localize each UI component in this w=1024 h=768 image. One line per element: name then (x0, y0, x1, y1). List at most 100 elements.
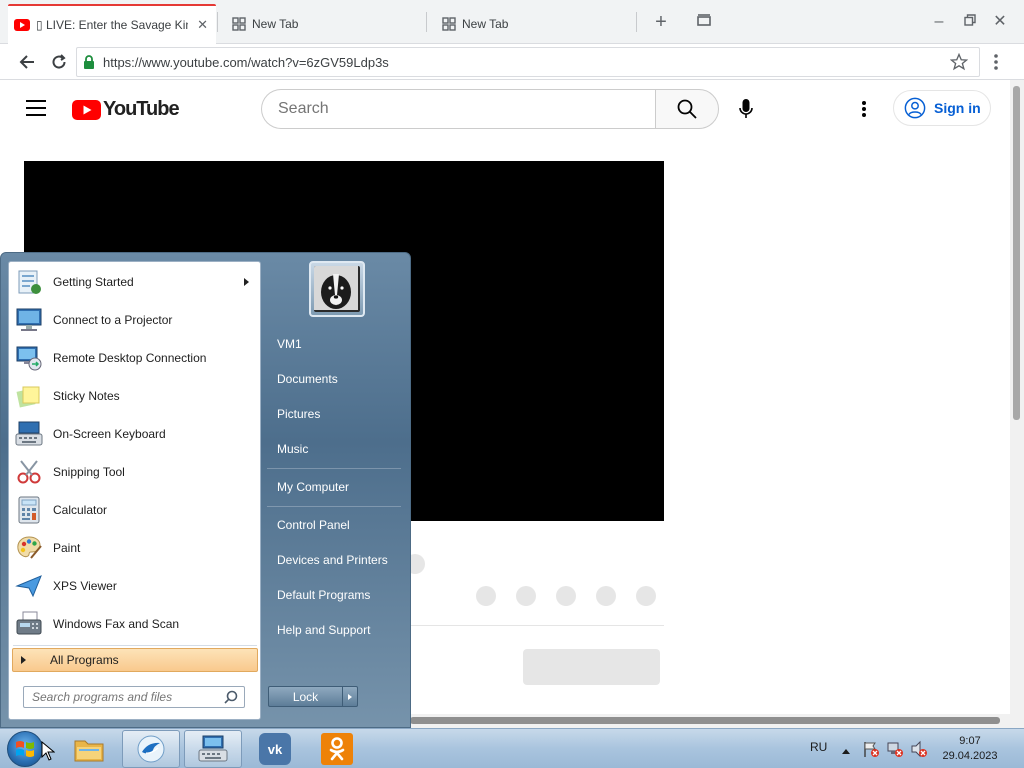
start-item-fax-scan[interactable]: Windows Fax and Scan (11, 606, 259, 642)
start-right-default-programs[interactable]: Default Programs (267, 580, 401, 610)
start-search-input[interactable] (24, 690, 220, 704)
start-item-sticky-notes[interactable]: Sticky Notes (11, 378, 259, 414)
tab-separator (636, 12, 637, 32)
tab-new-tab-1[interactable]: New Tab (226, 4, 426, 44)
tab-separator (426, 12, 427, 32)
start-item-xps-viewer[interactable]: XPS Viewer (11, 568, 259, 604)
settings-kebab-icon[interactable] (854, 97, 874, 121)
youtube-header: YouTube Sign in (0, 80, 1010, 138)
expand-arrow-icon (21, 656, 26, 664)
lock-button[interactable]: Lock (268, 686, 343, 707)
browser-tab-bar: ▯ LIVE: Enter the Savage King ✕ New Tab … (0, 0, 1024, 44)
volume-muted-icon[interactable] (910, 740, 928, 763)
start-right-control-panel[interactable]: Control Panel (267, 510, 401, 540)
start-right-music[interactable]: Music (267, 434, 401, 464)
search-icon[interactable] (224, 690, 238, 709)
browser-menu-icon[interactable] (984, 50, 1008, 74)
taskbar-vk[interactable]: vk (246, 730, 304, 768)
divider (267, 506, 401, 507)
start-item-calculator[interactable]: Calculator (11, 492, 259, 528)
xps-viewer-icon (13, 570, 45, 602)
divider (410, 625, 664, 626)
tab-youtube-live[interactable]: ▯ LIVE: Enter the Savage King ✕ (8, 4, 216, 44)
getting-started-icon (13, 266, 45, 298)
sign-in-button[interactable]: Sign in (893, 90, 991, 126)
taskbar-odnoklassniki[interactable] (308, 730, 366, 768)
show-hidden-icons-icon[interactable] (841, 742, 851, 760)
start-item-getting-started[interactable]: Getting Started (11, 264, 259, 300)
close-tab-icon[interactable]: ✕ (197, 17, 208, 33)
action-center-flag-icon[interactable] (862, 740, 880, 763)
start-right-my-computer[interactable]: My Computer (267, 472, 401, 502)
search-button[interactable] (655, 89, 719, 129)
restore-window-icon[interactable] (960, 12, 980, 32)
search-icon (677, 99, 697, 119)
search-input[interactable] (261, 89, 655, 129)
taskbar-bird-app[interactable] (122, 730, 180, 768)
bookmark-star-icon[interactable] (947, 50, 971, 74)
lock-button-group: Lock (268, 686, 358, 707)
scrollbar-thumb[interactable] (410, 717, 1000, 724)
all-programs-button[interactable]: All Programs (12, 648, 258, 672)
start-item-connect-projector[interactable]: Connect to a Projector (11, 302, 259, 338)
start-item-paint[interactable]: Paint (11, 530, 259, 566)
start-item-label: On-Screen Keyboard (53, 427, 166, 441)
tab-overview-icon[interactable] (694, 12, 714, 32)
start-button[interactable] (7, 731, 43, 767)
loading-placeholder (596, 586, 616, 606)
user-account-picture[interactable] (309, 261, 365, 317)
language-indicator[interactable]: RU (810, 740, 827, 754)
start-item-label: Calculator (53, 503, 108, 517)
url-field[interactable]: https://www.youtube.com/watch?v=6zGV59Ld… (76, 47, 980, 77)
taskbar-file-explorer[interactable] (60, 730, 118, 768)
start-right-pictures[interactable]: Pictures (267, 399, 401, 429)
mouse-cursor-icon (41, 740, 56, 766)
clock-time: 9:07 (959, 735, 981, 747)
all-programs-label: All Programs (50, 653, 119, 667)
close-window-icon[interactable]: ✕ (990, 12, 1010, 32)
vertical-scrollbar[interactable] (1010, 80, 1024, 728)
tab-new-tab-2[interactable]: New Tab (436, 4, 636, 44)
sticky-notes-icon (13, 380, 45, 412)
start-right-documents[interactable]: Documents (267, 364, 401, 394)
start-item-on-screen-keyboard[interactable]: On-Screen Keyboard (11, 416, 259, 452)
file-explorer-icon (74, 740, 104, 762)
fax-icon (13, 608, 45, 640)
keyboard-icon (13, 418, 45, 450)
account-circle-icon (904, 97, 926, 119)
clock-date: 29.04.2023 (942, 750, 998, 762)
network-icon[interactable] (886, 740, 904, 763)
back-arrow-icon[interactable] (15, 50, 39, 74)
new-tab-plus-icon[interactable]: + (651, 12, 671, 32)
youtube-wordmark: YouTube (103, 98, 180, 120)
reload-icon[interactable] (47, 50, 71, 74)
system-clock[interactable]: 9:07 29.04.2023 (930, 734, 1010, 764)
start-right-help-support[interactable]: Help and Support (267, 615, 401, 645)
microphone-icon[interactable] (734, 97, 758, 121)
address-bar: https://www.youtube.com/watch?v=6zGV59Ld… (0, 44, 1024, 80)
start-item-snipping-tool[interactable]: Snipping Tool (11, 454, 259, 490)
new-tab-grid-icon (232, 17, 246, 31)
svg-text:vk: vk (268, 742, 283, 757)
new-tab-grid-icon (442, 17, 456, 31)
taskbar-keyboard-app[interactable] (184, 730, 242, 768)
loading-placeholder (516, 586, 536, 606)
scrollbar-thumb[interactable] (1013, 86, 1020, 420)
sign-in-label: Sign in (934, 100, 981, 116)
start-item-remote-desktop[interactable]: Remote Desktop Connection (11, 340, 259, 376)
start-right-user[interactable]: VM1 (267, 329, 401, 359)
start-item-label: Sticky Notes (53, 389, 120, 403)
loading-placeholder (556, 586, 576, 606)
minimize-window-icon[interactable]: – (929, 12, 949, 32)
tab-separator (217, 12, 218, 32)
start-item-label: Snipping Tool (53, 465, 125, 479)
shutdown-options-button[interactable] (343, 686, 358, 707)
dog-avatar-icon (314, 266, 358, 310)
start-item-label: Getting Started (53, 275, 134, 289)
youtube-logo[interactable]: YouTube (72, 98, 180, 121)
projector-icon (13, 304, 45, 336)
start-search-box (23, 686, 245, 708)
start-right-devices-printers[interactable]: Devices and Printers (267, 545, 401, 575)
hamburger-menu-icon[interactable] (26, 100, 46, 116)
start-item-label: Windows Fax and Scan (53, 617, 180, 631)
